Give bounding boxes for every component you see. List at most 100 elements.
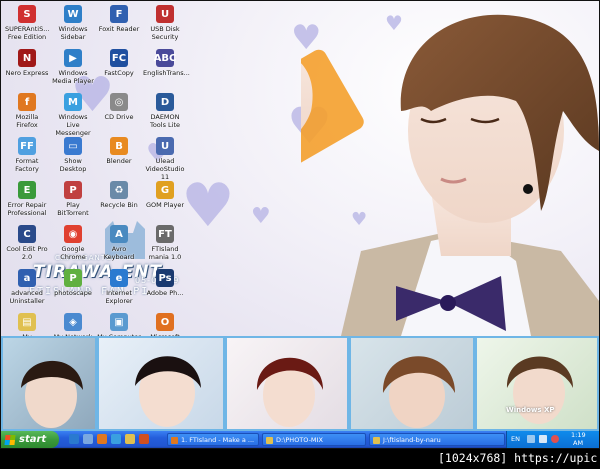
- desktop-icon[interactable]: Ps Adobe Ph...: [143, 269, 187, 297]
- desktop-icon-label: Adobe Ph...: [146, 289, 184, 297]
- desktop-icon[interactable]: ABC EnglishTrans...: [143, 49, 190, 77]
- desktop-icon-label: Nero Express: [5, 69, 49, 77]
- desktop-icon[interactable]: e Internet Explorer: [97, 269, 141, 305]
- desktop-icon-label: Google Chrome: [60, 245, 86, 261]
- desktop-icon-image: ▶: [64, 49, 82, 67]
- desktop-icon-label: Recycle Bin: [100, 201, 138, 209]
- windows-flag-icon: [4, 434, 16, 445]
- taskbar-button-label: 1. FTIsland - Make a ...: [181, 436, 255, 444]
- desktop-icon-label: Windows Sidebar: [58, 25, 88, 41]
- desktop-icon[interactable]: U USB Disk Security: [143, 5, 187, 41]
- taskbar-button-label: D:\PHOTO-MIX: [276, 436, 323, 444]
- language-indicator[interactable]: EN: [511, 435, 520, 443]
- desktop-icon-image: G: [156, 181, 174, 199]
- desktop-icon[interactable]: FF Format Factory: [5, 137, 49, 173]
- desktop-icon[interactable]: B Blender: [97, 137, 141, 165]
- photo-strip: [1, 336, 599, 431]
- network-icon[interactable]: [527, 435, 535, 443]
- desktop-icon[interactable]: F Foxit Reader: [97, 5, 141, 33]
- desktop-icon-label: Cool Edit Pro 2.0: [6, 245, 48, 261]
- desktop-icon-image: Ps: [156, 269, 174, 287]
- desktop-icon-image: C: [18, 225, 36, 243]
- member-portrait: [256, 357, 323, 427]
- desktop-icon-image: O: [156, 313, 174, 331]
- desktop-icon[interactable]: ◉ Google Chrome: [51, 225, 95, 261]
- desktop-icon-label: USB Disk Security: [150, 25, 180, 41]
- desktop-icon-image: ◎: [110, 93, 128, 111]
- taskbar-button-ftisland[interactable]: J:\ftisland-by-naru: [369, 433, 505, 446]
- portrait-illustration: [301, 14, 599, 336]
- desktop-icon[interactable]: G GOM Player: [143, 181, 187, 209]
- desktop-icon[interactable]: FC FastCopy: [97, 49, 141, 77]
- taskbar: start 1. FTIsland - Make a ... D:\PHOTO-…: [1, 431, 599, 448]
- desktop-icon[interactable]: P Play BitTorrent: [51, 181, 95, 217]
- desktop-icon[interactable]: N Nero Express: [5, 49, 49, 77]
- start-button[interactable]: start: [1, 431, 59, 448]
- desktop-icon-label: Windows Live Messenger: [55, 113, 91, 137]
- desktop-icon-image: ◉: [64, 225, 82, 243]
- member-photo: [349, 336, 475, 431]
- member-portrait: [506, 356, 573, 424]
- ie-quicklaunch-icon[interactable]: [69, 434, 79, 444]
- desktop-icon-image: ▣: [110, 313, 128, 331]
- volume-icon[interactable]: [539, 435, 547, 443]
- desktop-icon-image: N: [18, 49, 36, 67]
- desktop-icon[interactable]: f Mozilla Firefox: [5, 93, 49, 129]
- desktop-icon[interactable]: M Windows Live Messenger: [51, 93, 95, 137]
- desktop-icon-image: M: [64, 93, 82, 111]
- desktop-icon[interactable]: D DAEMON Tools Lite: [143, 93, 187, 129]
- show-desktop-quicklaunch-icon[interactable]: [83, 434, 93, 444]
- desktop-icon[interactable]: S SUPERAntiS... Free Edition: [5, 5, 49, 41]
- clock-time[interactable]: 1:19: [571, 431, 586, 439]
- heart-decoration: ♥: [181, 171, 235, 241]
- desktop-icon-image: F: [110, 5, 128, 23]
- screenshot-frame: ♥ ♥ ♥ ♥ ♥ ♥ ♥ ♥: [0, 0, 600, 449]
- desktop-icon[interactable]: E Error Repair Professional: [5, 181, 49, 217]
- desktop-icon[interactable]: ▭ Show Desktop: [51, 137, 95, 173]
- messenger-quicklaunch-icon[interactable]: [111, 434, 121, 444]
- desktop-icon-label: Foxit Reader: [98, 25, 140, 33]
- start-label: start: [19, 434, 47, 445]
- taskbar-button-photo-mix[interactable]: D:\PHOTO-MIX: [262, 433, 366, 446]
- desktop-icon-image: ◈: [64, 313, 82, 331]
- system-tray: EN 1:19 AM: [506, 431, 599, 448]
- desktop-icon[interactable]: A Avro Keyboard: [97, 225, 141, 261]
- desktop-icon[interactable]: C Cool Edit Pro 2.0: [5, 225, 49, 261]
- desktop-icon[interactable]: W Windows Sidebar: [51, 5, 95, 41]
- desktop-icon[interactable]: ▶ Windows Media Player: [51, 49, 95, 85]
- member-photo: [475, 336, 599, 431]
- desktop-icon[interactable]: ◎ CD Drive: [97, 93, 141, 121]
- folder-icon: [266, 437, 273, 444]
- desktop-icon-image: P: [64, 181, 82, 199]
- desktop-icon-image: FT: [156, 225, 174, 243]
- media-player-quicklaunch-icon[interactable]: [97, 434, 107, 444]
- member-portrait: [135, 356, 201, 427]
- desktop-icon[interactable]: FT FTIsland mania 1.0: [143, 225, 187, 261]
- member-photo: [1, 336, 97, 431]
- desktop-icon-image: e: [110, 269, 128, 287]
- desktop-icon-image: D: [156, 93, 174, 111]
- security-icon[interactable]: [551, 435, 559, 443]
- firefox-icon: [171, 437, 178, 444]
- desktop-icon-label: Ulead VideoStudio 11: [145, 157, 185, 181]
- desktop-icon-label: Windows Media Player: [52, 69, 94, 85]
- desktop-icon-label: Blender: [106, 157, 132, 165]
- desktop-icon-label: Play BitTorrent: [57, 201, 89, 217]
- desktop-icon-label: photoscape: [54, 289, 92, 297]
- desktop-icon-image: U: [156, 137, 174, 155]
- desktop-icon[interactable]: a advanced Uninstaller: [5, 269, 49, 305]
- desktop-icon[interactable]: Pphotoscape: [51, 269, 95, 297]
- member-portrait: [382, 356, 455, 428]
- taskbar-button-firefox[interactable]: 1. FTIsland - Make a ...: [167, 433, 259, 446]
- desktop-icon-image: ▤: [18, 313, 36, 331]
- desktop-icon-image: U: [156, 5, 174, 23]
- desktop-icon-image: E: [18, 181, 36, 199]
- desktop-icon-image: FF: [18, 137, 36, 155]
- firefox-quicklaunch-icon[interactable]: [139, 434, 149, 444]
- folder-quicklaunch-icon[interactable]: [125, 434, 135, 444]
- desktop-icon-label: Show Desktop: [59, 157, 87, 173]
- desktop-icon[interactable]: U Ulead VideoStudio 11: [143, 137, 187, 181]
- desktop-icon[interactable]: ♻ Recycle Bin: [97, 181, 141, 209]
- desktop-icon-image: f: [18, 93, 36, 111]
- desktop-icon-image: A: [110, 225, 128, 243]
